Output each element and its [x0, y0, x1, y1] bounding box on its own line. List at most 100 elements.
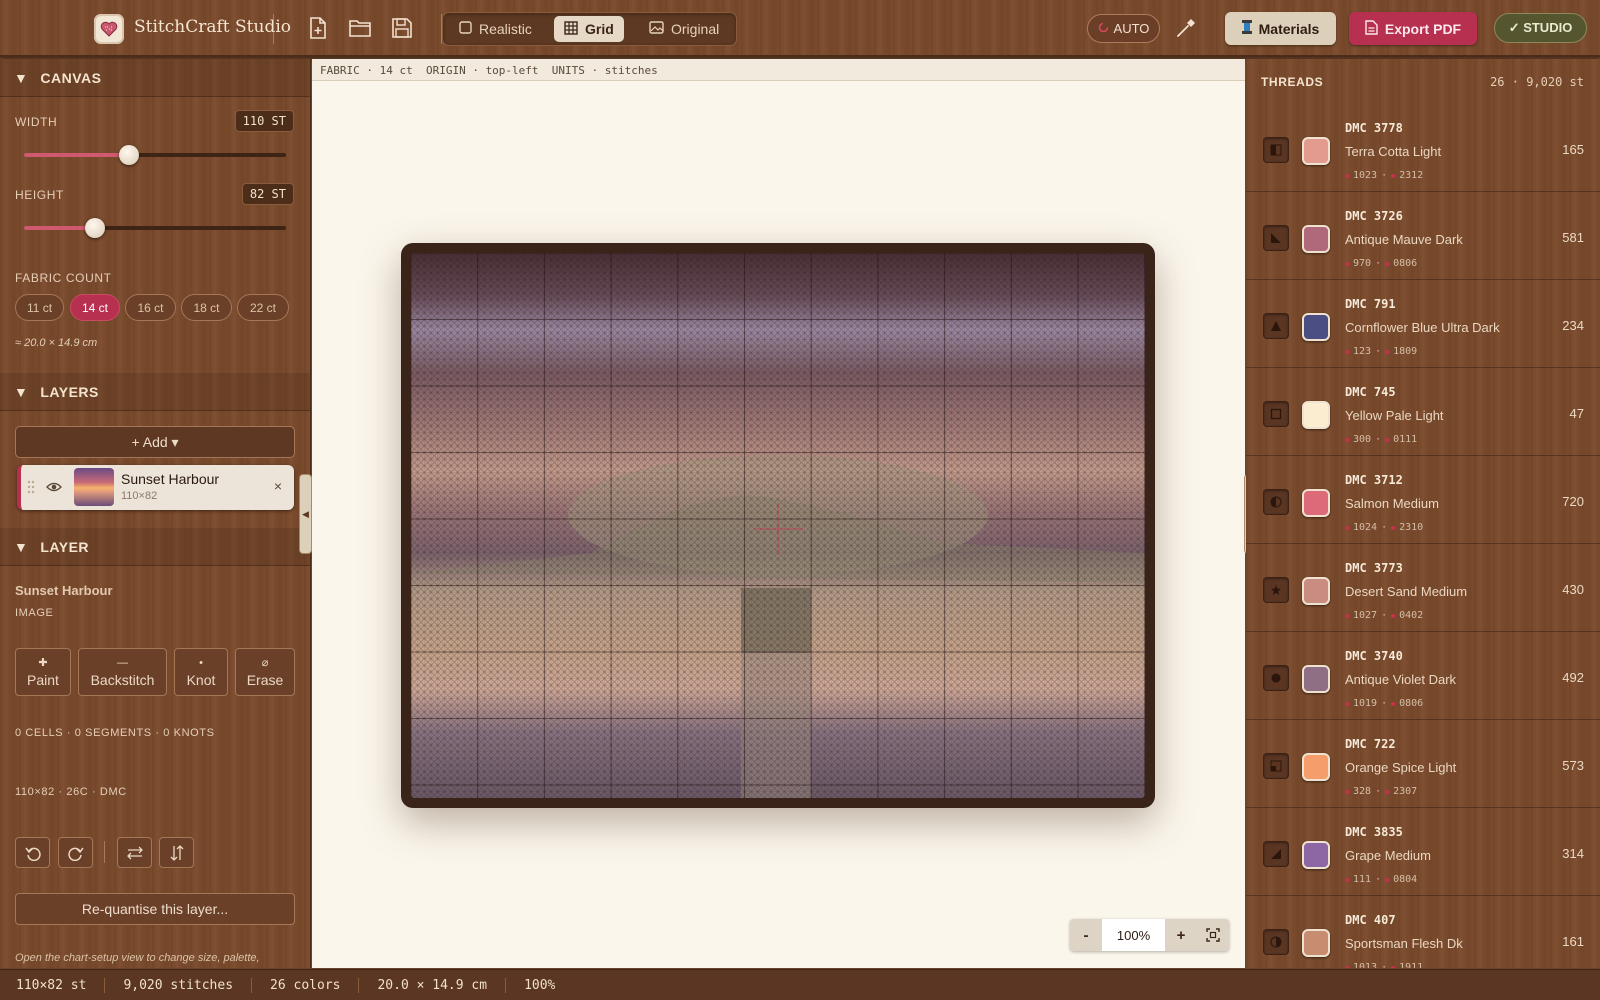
new-file-icon[interactable]	[305, 15, 331, 41]
thread-row[interactable]: DMC 791 Cornflower Blue Ultra Dark 123 · 180…	[1246, 280, 1600, 368]
thread-symbol-icon	[1263, 401, 1289, 427]
add-layer-button[interactable]: + Add ▾	[15, 426, 295, 458]
materials-button[interactable]: Materials	[1225, 12, 1336, 45]
thread-symbol-icon	[1263, 753, 1289, 779]
canvas-area[interactable]: FABRIC · 14 ct ORIGIN · top-left UNITS ·…	[312, 59, 1245, 968]
fabric-chip-22[interactable]: 22 ct	[237, 294, 289, 321]
layer-thumbnail	[74, 468, 114, 506]
collapse-triangle-icon: ▼	[14, 69, 29, 86]
export-pdf-button[interactable]: Export PDF	[1349, 12, 1477, 45]
zoom-in-button[interactable]: +	[1165, 919, 1197, 951]
save-icon[interactable]	[389, 15, 415, 41]
view-original-label: Original	[671, 21, 720, 37]
thread-alt-codes: 1023 · 2312	[1345, 170, 1423, 181]
view-realistic-button[interactable]: Realistic	[449, 16, 542, 42]
thread-row[interactable]: DMC 722 Orange Spice Light 328 · 2307 573	[1246, 720, 1600, 808]
drag-handle-icon[interactable]	[27, 480, 35, 499]
thread-swatch[interactable]	[1302, 665, 1330, 693]
studio-button[interactable]: ✓ STUDIO	[1494, 13, 1587, 43]
flip-vertical-icon[interactable]	[159, 837, 194, 868]
thread-row[interactable]: DMC 407 Sportsman Flesh Dk 1013 · 1911 161	[1246, 896, 1600, 968]
auto-toggle-button[interactable]: AUTO	[1087, 14, 1160, 43]
view-grid-button[interactable]: Grid	[554, 16, 624, 42]
pattern-grid[interactable]	[411, 253, 1145, 798]
width-slider[interactable]	[24, 145, 286, 165]
canvas-info-bar: FABRIC · 14 ct ORIGIN · top-left UNITS ·…	[312, 59, 1245, 81]
thread-stitch-count: 573	[1562, 758, 1584, 773]
fabric-chip-14[interactable]: 14 ct	[70, 294, 120, 321]
app-title: StitchCraft Studio	[134, 17, 291, 37]
flip-horizontal-icon[interactable]	[117, 837, 152, 868]
auto-label: AUTO	[1113, 21, 1150, 36]
height-slider-knob[interactable]	[84, 218, 105, 238]
layer-item[interactable]: Sunset Harbour 110×82 ×	[17, 465, 294, 510]
thread-alt-separator: ·	[1381, 170, 1388, 181]
thread-alt-code-1: 328	[1353, 786, 1372, 797]
square-icon	[459, 21, 472, 37]
open-folder-icon[interactable]	[347, 15, 373, 41]
thread-swatch[interactable]	[1302, 401, 1330, 429]
thread-row[interactable]: DMC 3740 Antique Violet Dark 1019 · 0806 492	[1246, 632, 1600, 720]
red-dot-icon	[1385, 349, 1390, 354]
thread-swatch[interactable]	[1302, 841, 1330, 869]
layer-stats: 0 CELLS · 0 SEGMENTS · 0 KNOTS	[15, 727, 215, 739]
fit-screen-icon[interactable]	[1197, 919, 1229, 951]
canvas-section-header[interactable]: ▼ CANVAS	[0, 59, 310, 97]
fabric-chip-11[interactable]: 11 ct	[15, 294, 64, 321]
layer-section-header[interactable]: ▼ LAYER	[0, 528, 310, 566]
thread-swatch[interactable]	[1302, 753, 1330, 781]
thread-row[interactable]: DMC 3726 Antique Mauve Dark 970 · 0806 581	[1246, 192, 1600, 280]
thread-swatch[interactable]	[1302, 577, 1330, 605]
eyedropper-icon[interactable]	[1173, 15, 1199, 41]
thread-stitch-count: 234	[1562, 318, 1584, 333]
thread-stitch-count: 492	[1562, 670, 1584, 685]
height-slider[interactable]	[24, 218, 286, 238]
thread-row[interactable]: DMC 3773 Desert Sand Medium 1027 · 0402 430	[1246, 544, 1600, 632]
line-icon: —	[117, 656, 128, 669]
thread-swatch[interactable]	[1302, 225, 1330, 253]
close-icon[interactable]: ×	[274, 478, 282, 494]
plus-icon: ✚	[38, 657, 48, 669]
thread-row[interactable]: DMC 3778 Terra Cotta Light 1023 · 2312 165	[1246, 104, 1600, 192]
thread-swatch[interactable]	[1302, 313, 1330, 341]
height-value[interactable]: 82 ST	[241, 183, 294, 205]
zoom-out-button[interactable]: -	[1070, 919, 1102, 951]
status-stitches: 9,020 stitches	[105, 977, 253, 993]
left-panel-collapse-handle[interactable]: ◀	[299, 474, 312, 554]
requantise-button[interactable]: Re-quantise this layer...	[15, 893, 295, 925]
view-original-button[interactable]: Original	[639, 16, 729, 42]
backstitch-tool-button[interactable]: — Backstitch	[78, 648, 167, 696]
layers-section-header[interactable]: ▼ LAYERS	[0, 373, 310, 411]
red-dot-icon	[1385, 877, 1390, 882]
view-grid-label: Grid	[585, 21, 614, 37]
fabric-chip-18[interactable]: 18 ct	[181, 294, 232, 321]
zoom-value[interactable]: 100%	[1102, 919, 1165, 951]
erase-tool-button[interactable]: ⌀ Erase	[235, 648, 295, 696]
undo-icon[interactable]	[15, 837, 50, 868]
layer-detail-name: Sunset Harbour	[15, 583, 113, 598]
width-slider-knob[interactable]	[118, 145, 139, 165]
eye-icon[interactable]	[46, 480, 62, 498]
thread-alt-codes: 1013 · 1911	[1345, 962, 1423, 968]
thread-row[interactable]: DMC 745 Yellow Pale Light 300 · 0111 47	[1246, 368, 1600, 456]
thread-alt-code-2: 0402	[1399, 610, 1424, 621]
thread-alt-code-2: 0806	[1399, 698, 1424, 709]
thread-alt-separator: ·	[1381, 522, 1388, 533]
erase-label: Erase	[246, 672, 284, 688]
width-value[interactable]: 110 ST	[234, 110, 294, 132]
thread-alt-separator: ·	[1381, 610, 1388, 621]
thread-swatch[interactable]	[1302, 929, 1330, 957]
paint-tool-button[interactable]: ✚ Paint	[15, 648, 71, 696]
thread-symbol-icon	[1263, 577, 1289, 603]
thread-alt-code-2: 2310	[1399, 522, 1424, 533]
thread-row[interactable]: DMC 3712 Salmon Medium 1024 · 2310 720	[1246, 456, 1600, 544]
width-label: WIDTH	[15, 115, 58, 129]
threads-header: THREADS 26 · 9,020 st	[1246, 59, 1600, 104]
thread-swatch[interactable]	[1302, 137, 1330, 165]
knot-tool-button[interactable]: • Knot	[174, 648, 228, 696]
thread-row[interactable]: DMC 3835 Grape Medium 111 · 0804 314	[1246, 808, 1600, 896]
thread-code: DMC 745	[1345, 385, 1396, 399]
redo-icon[interactable]	[58, 837, 93, 868]
fabric-chip-16[interactable]: 16 ct	[125, 294, 176, 321]
thread-swatch[interactable]	[1302, 489, 1330, 517]
